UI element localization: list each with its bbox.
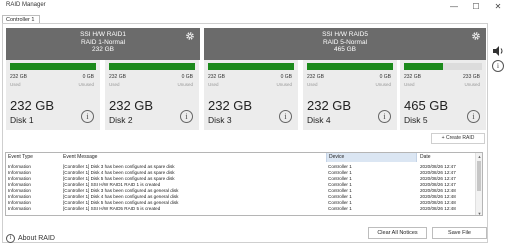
column-header-event-type[interactable]: Event Type xyxy=(6,153,60,162)
gear-icon[interactable] xyxy=(185,31,195,41)
disk-usage-bar xyxy=(404,63,482,70)
disk-unused-value: 233 GB xyxy=(463,74,480,80)
disk-card-2[interactable]: 232 GB 0 GB Used Unused 232 GB Disk 2 i xyxy=(105,60,199,130)
cell-type: Information xyxy=(8,206,31,211)
disk-name: Disk 4 xyxy=(307,115,331,125)
raid-name: SSI H/W RAID1 xyxy=(80,31,126,38)
info-icon[interactable]: i xyxy=(279,110,292,123)
disk-card-3[interactable]: 232 GB 0 GB Used Unused 232 GB Disk 3 i xyxy=(204,60,298,130)
raid-group-raid1[interactable]: SSI H/W RAID1 RAID 1-Normal 232 GB xyxy=(6,28,200,60)
raid-group-raid5[interactable]: SSI H/W RAID5 RAID 5-Normal 465 GB xyxy=(204,28,486,60)
disk-size: 465 GB xyxy=(404,98,449,113)
log-scrollbar[interactable]: ▲ ▼ xyxy=(475,153,482,215)
cell-message: [Controller 1] SSI H/W RAID5 RAID 5 is c… xyxy=(63,206,161,211)
disk-unused-value: 0 GB xyxy=(181,74,193,80)
disk-used-label: Used xyxy=(208,82,219,87)
cell-date: 2020/08/26 12:48 xyxy=(420,206,456,211)
speaker-icon[interactable] xyxy=(491,44,505,58)
column-header-date[interactable]: Date xyxy=(418,153,476,162)
scroll-thumb[interactable] xyxy=(477,161,481,191)
raid-size: 232 GB xyxy=(91,46,115,53)
raid-name: SSI H/W RAID5 xyxy=(322,31,368,38)
disk-unused-label: Unused xyxy=(276,82,292,87)
disk-usage-bar xyxy=(208,63,294,70)
disk-usage-fill xyxy=(404,63,443,70)
info-icon[interactable]: i xyxy=(467,110,480,123)
disk-used-value: 232 GB xyxy=(10,74,27,80)
disk-unused-label: Unused xyxy=(375,82,391,87)
disk-usage-fill xyxy=(307,63,393,70)
disk-card-1[interactable]: 232 GB 0 GB Used Unused 232 GB Disk 1 i xyxy=(6,60,100,130)
disk-name: Disk 1 xyxy=(10,115,34,125)
disk-used-label: Used xyxy=(404,82,415,87)
disk-unused-label: Unused xyxy=(78,82,94,87)
disk-size: 232 GB xyxy=(109,98,154,113)
title-bar: RAID Manager — ☐ ✕ xyxy=(0,0,508,14)
save-file-button[interactable]: Save File xyxy=(432,227,487,239)
cell-device: Controller 1 xyxy=(328,206,352,211)
info-icon[interactable]: i xyxy=(378,110,391,123)
disk-usage-bar xyxy=(10,63,96,70)
close-button[interactable]: ✕ xyxy=(492,1,504,12)
disk-usage-bar xyxy=(307,63,393,70)
disk-used-label: Used xyxy=(10,82,21,87)
disk-usage-fill xyxy=(208,63,294,70)
disk-unused-value: 0 GB xyxy=(280,74,292,80)
minimize-button[interactable]: — xyxy=(448,1,460,12)
raid-status: RAID 1-Normal xyxy=(80,38,126,46)
disk-name: Disk 5 xyxy=(404,115,428,125)
disk-size: 232 GB xyxy=(307,98,352,113)
table-row[interactable]: Information [Controller 1] SSI H/W RAID5… xyxy=(6,206,476,212)
column-header-device[interactable]: Device xyxy=(326,153,417,162)
about-raid-link[interactable]: i About RAID xyxy=(6,234,55,243)
disk-used-label: Used xyxy=(307,82,318,87)
disk-card-5[interactable]: 232 GB 233 GB Used Unused 465 GB Disk 5 … xyxy=(400,60,486,130)
disk-size: 232 GB xyxy=(208,98,253,113)
maximize-button[interactable]: ☐ xyxy=(470,1,482,12)
disk-name: Disk 3 xyxy=(208,115,232,125)
disk-unused-label: Unused xyxy=(177,82,193,87)
disk-size: 232 GB xyxy=(10,98,55,113)
disk-used-value: 232 GB xyxy=(307,74,324,80)
disk-unused-label: Unused xyxy=(464,82,480,87)
info-icon[interactable]: i xyxy=(81,110,94,123)
disk-unused-value: 0 GB xyxy=(379,74,391,80)
info-icon: i xyxy=(6,234,15,243)
info-icon[interactable]: i xyxy=(180,110,193,123)
disk-used-value: 232 GB xyxy=(109,74,126,80)
disk-used-value: 232 GB xyxy=(404,74,421,80)
about-raid-label: About RAID xyxy=(18,235,55,242)
window-controls: — ☐ ✕ xyxy=(448,1,504,12)
create-raid-button[interactable]: + Create RAID xyxy=(431,133,485,144)
column-header-event-message[interactable]: Event Message xyxy=(61,153,326,162)
window-title: RAID Manager xyxy=(6,2,46,8)
disk-used-label: Used xyxy=(109,82,120,87)
raid-size: 465 GB xyxy=(333,46,357,53)
scroll-up-arrow-icon[interactable]: ▲ xyxy=(477,154,482,159)
gear-icon[interactable] xyxy=(471,31,481,41)
scroll-down-arrow-icon[interactable]: ▼ xyxy=(477,211,482,215)
disk-usage-fill xyxy=(10,63,96,70)
disk-usage-fill xyxy=(109,63,195,70)
raid-status: RAID 5-Normal xyxy=(322,38,368,46)
disk-unused-value: 0 GB xyxy=(82,74,94,80)
disk-used-value: 232 GB xyxy=(208,74,225,80)
event-log-table: Event Type Event Message Device Date Inf… xyxy=(5,152,483,216)
disk-name: Disk 2 xyxy=(109,115,133,125)
table-header: Event Type Event Message Device Date xyxy=(6,153,476,162)
clear-all-notices-button[interactable]: Clear All Notices xyxy=(368,227,427,239)
info-icon[interactable]: i xyxy=(492,60,504,72)
disk-card-4[interactable]: 232 GB 0 GB Used Unused 232 GB Disk 4 i xyxy=(303,60,397,130)
disk-usage-bar xyxy=(109,63,195,70)
